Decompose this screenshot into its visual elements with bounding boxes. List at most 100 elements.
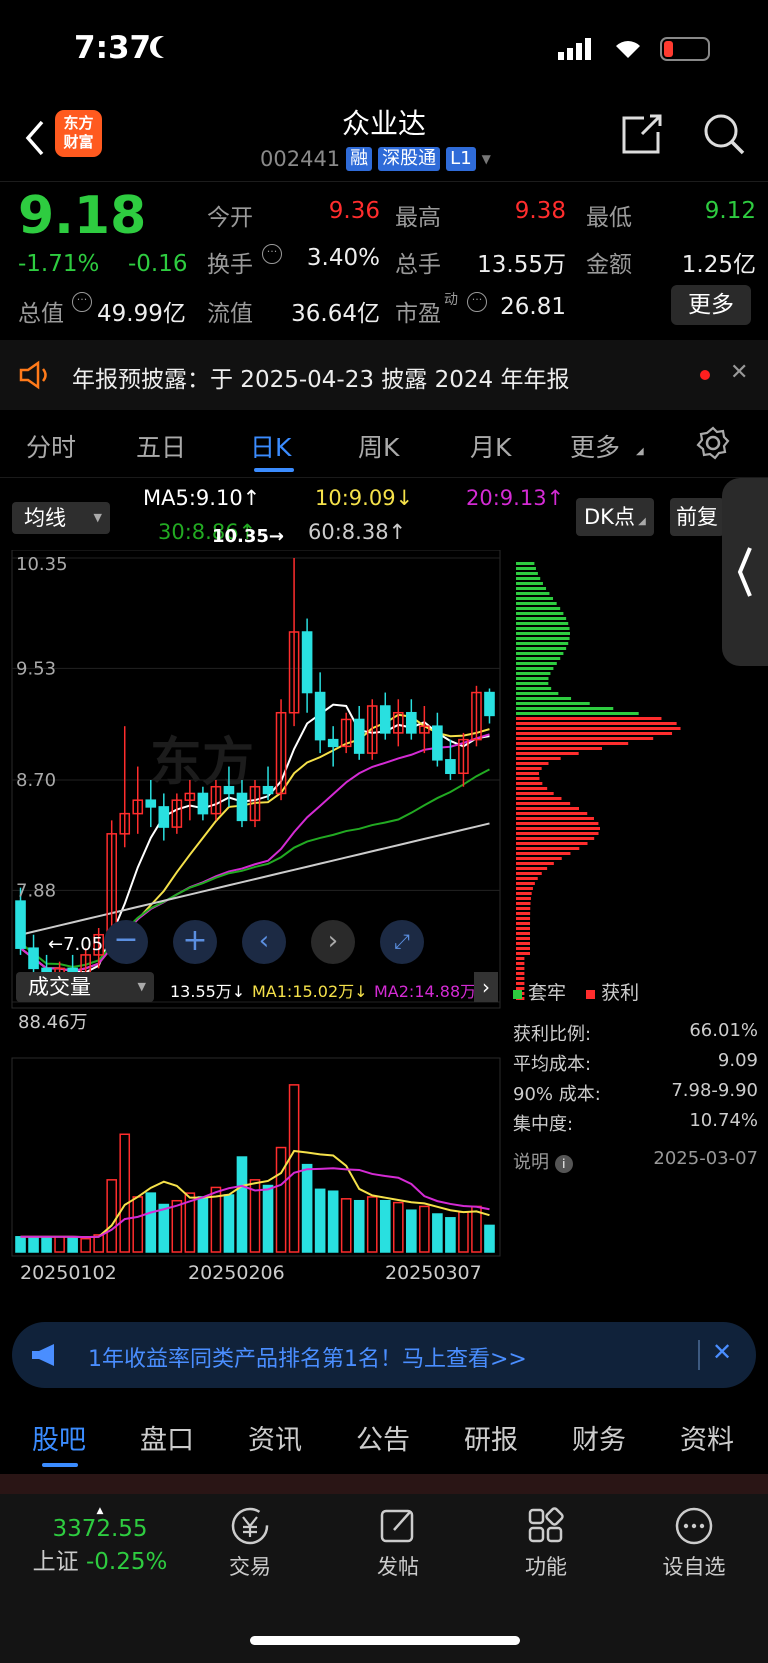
volume-selector[interactable]: 成交量 ▼ bbox=[16, 972, 154, 1002]
index-ticker[interactable]: ▲ 3372.55 上证 -0.25% bbox=[20, 1506, 180, 1576]
nav-trade[interactable]: 交易 bbox=[200, 1506, 300, 1581]
tab-weekly-k[interactable]: 周K bbox=[358, 428, 399, 464]
pan-left-button[interactable]: ‹ bbox=[242, 920, 286, 964]
chip-note-row: 说明 i 2025-03-07 bbox=[513, 1148, 758, 1174]
chip-bar bbox=[516, 627, 570, 630]
chip-bar bbox=[516, 667, 554, 670]
volume-bar bbox=[158, 1203, 170, 1253]
change-value: -0.16 bbox=[128, 251, 188, 277]
chip-bar bbox=[516, 922, 531, 925]
profit-ratio-row: 获利比例: 66.01% bbox=[513, 1020, 758, 1046]
chip-bar bbox=[516, 972, 525, 975]
dk-point-button[interactable]: DK点 ◢ bbox=[576, 498, 654, 536]
chip-bar bbox=[516, 797, 562, 800]
active-tab-indicator bbox=[254, 468, 294, 472]
chip-bar bbox=[516, 822, 599, 825]
tab-forum[interactable]: 股吧 bbox=[32, 1418, 86, 1457]
chip-distribution bbox=[516, 562, 681, 1000]
cost90-value: 7.98-9.90 bbox=[671, 1080, 758, 1101]
tab-news[interactable]: 资讯 bbox=[248, 1418, 302, 1457]
nav-post[interactable]: 发帖 bbox=[348, 1506, 448, 1581]
volume-bar bbox=[145, 1192, 157, 1253]
ma5-legend: MA5:9.10↑ bbox=[143, 486, 261, 510]
more-button[interactable]: 更多 bbox=[671, 285, 751, 325]
ma10-legend: 10:9.09↓ bbox=[315, 486, 414, 510]
chip-bar bbox=[516, 632, 571, 635]
candle-body bbox=[236, 792, 248, 822]
active-tab-indicator bbox=[42, 1463, 78, 1467]
open-value: 9.36 bbox=[328, 198, 380, 224]
nav-functions[interactable]: 功能 bbox=[496, 1506, 596, 1581]
tab-financials[interactable]: 财务 bbox=[572, 1418, 626, 1457]
fullscreen-icon[interactable]: ⤢ bbox=[380, 920, 424, 964]
gear-icon[interactable] bbox=[696, 426, 730, 464]
tab-intraday[interactable]: 分时 bbox=[26, 428, 76, 464]
pe-label: 市盈 bbox=[395, 301, 441, 327]
close-icon[interactable]: ✕ bbox=[712, 1338, 732, 1366]
tab-research[interactable]: 研报 bbox=[464, 1418, 518, 1457]
chip-bar bbox=[516, 792, 554, 795]
candle-body bbox=[445, 759, 456, 775]
nav-watchlist[interactable]: 设自选 bbox=[644, 1506, 744, 1581]
candle-body bbox=[379, 705, 391, 734]
high-value: 9.38 bbox=[514, 198, 566, 224]
stock-code: 002441 bbox=[260, 147, 341, 171]
volume-bar bbox=[54, 1236, 65, 1253]
volume-legend: 13.55万↓ bbox=[170, 982, 246, 1001]
tab-profile[interactable]: 资料 bbox=[680, 1418, 734, 1457]
volume-frame bbox=[11, 1057, 501, 1257]
chip-bar bbox=[516, 917, 531, 920]
chip-bar bbox=[516, 652, 564, 655]
concentration-value: 10.74% bbox=[689, 1110, 758, 1131]
tab-announcements[interactable]: 公告 bbox=[356, 1418, 410, 1457]
chevron-right-icon[interactable]: › bbox=[474, 972, 498, 1002]
mktcap-value: 49.99亿 bbox=[97, 301, 186, 327]
candle-body bbox=[327, 738, 339, 748]
tab-five-day[interactable]: 五日 bbox=[136, 428, 186, 464]
zoom-out-button[interactable]: − bbox=[104, 920, 148, 964]
candle-body bbox=[15, 900, 26, 949]
stock-code-line[interactable]: 002441 融 深股通 L1 ▼ bbox=[260, 147, 491, 171]
volume-bar bbox=[106, 1179, 118, 1253]
info-icon[interactable]: ··· bbox=[72, 292, 92, 312]
tab-daily-k[interactable]: 日K bbox=[250, 428, 291, 464]
info-icon[interactable]: ··· bbox=[262, 244, 282, 264]
pe-superscript: 动 bbox=[444, 292, 458, 308]
tab-monthly-k[interactable]: 月K bbox=[470, 428, 511, 464]
chip-bar bbox=[516, 622, 569, 625]
chip-note[interactable]: 说明 i bbox=[513, 1148, 573, 1174]
chevron-down-icon: ▼ bbox=[481, 152, 491, 166]
pan-right-button[interactable]: › bbox=[311, 920, 355, 964]
tab-orderbook[interactable]: 盘口 bbox=[140, 1418, 194, 1457]
chip-bar bbox=[516, 752, 579, 755]
ma-selector[interactable]: 均线 ▼ bbox=[12, 502, 110, 534]
adjust-button[interactable]: 前复 bbox=[670, 498, 724, 536]
promo-banner[interactable]: 1年收益率同类产品排名第1名！马上查看>> ✕ bbox=[12, 1322, 756, 1388]
low-value: 9.12 bbox=[704, 198, 756, 224]
chip-bar bbox=[516, 742, 629, 745]
chip-bar bbox=[516, 617, 567, 620]
chip-bar bbox=[516, 907, 531, 910]
chip-bar bbox=[516, 707, 614, 710]
close-icon[interactable]: ✕ bbox=[730, 360, 748, 385]
chip-bar bbox=[516, 827, 600, 830]
zoom-in-button[interactable]: + bbox=[173, 920, 217, 964]
notice-bar[interactable]: 年报预披露：于 2025-04-23 披露 2024 年年报 ✕ bbox=[0, 340, 768, 410]
chip-bar bbox=[516, 587, 547, 590]
cost90-label: 90% 成本: bbox=[513, 1084, 601, 1105]
chip-bar bbox=[516, 802, 571, 805]
volume-bar bbox=[67, 1236, 78, 1253]
status-time: 7:37 bbox=[74, 30, 152, 66]
candle-body bbox=[432, 725, 443, 761]
volume-bar bbox=[171, 1199, 183, 1253]
edit-icon bbox=[380, 1509, 414, 1543]
info-icon[interactable]: ··· bbox=[467, 292, 487, 312]
tab-more[interactable]: 更多 bbox=[570, 428, 620, 464]
volume-bar bbox=[15, 1236, 26, 1253]
chip-bar bbox=[516, 947, 531, 950]
chip-bar bbox=[516, 657, 561, 660]
ma20-legend: 20:9.13↑ bbox=[466, 486, 565, 510]
chip-bar bbox=[516, 897, 531, 900]
dk-point-label: DK点 bbox=[584, 505, 635, 529]
chip-bar bbox=[516, 577, 541, 580]
